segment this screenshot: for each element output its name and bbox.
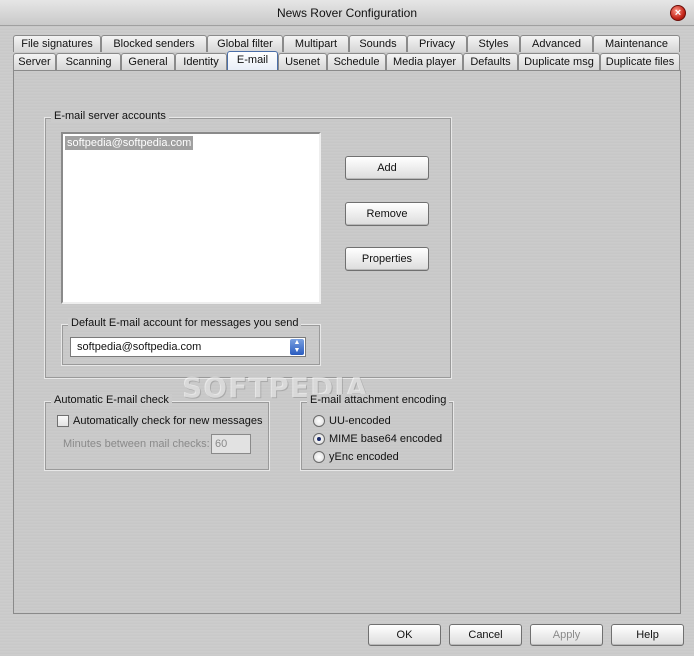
radio-mime-base64[interactable] <box>313 433 325 445</box>
email-accounts-group: E-mail server accounts softpedia@softped… <box>44 110 452 379</box>
radio-yenc[interactable] <box>313 451 325 463</box>
email-settings-panel: E-mail server accounts softpedia@softped… <box>13 70 681 614</box>
tab-server[interactable]: Server <box>13 53 56 70</box>
tab-multipart[interactable]: Multipart <box>283 35 349 52</box>
tab-file-signatures[interactable]: File signatures <box>13 35 101 52</box>
radio-uu-label: UU-encoded <box>329 415 391 427</box>
list-item[interactable]: softpedia@softpedia.com <box>65 136 194 150</box>
encoding-group: E-mail attachment encoding UU-encoded MI… <box>300 394 454 471</box>
tab-identity[interactable]: Identity <box>175 53 227 70</box>
config-window: News Rover Configuration × File signatur… <box>0 0 694 656</box>
tab-maintenance[interactable]: Maintenance <box>593 35 680 52</box>
email-accounts-title: E-mail server accounts <box>51 110 169 122</box>
tab-media-player[interactable]: Media player <box>386 53 463 70</box>
tab-styles[interactable]: Styles <box>467 35 520 52</box>
tab-advanced[interactable]: Advanced <box>520 35 593 52</box>
email-accounts-list[interactable]: softpedia@softpedia.com <box>61 132 321 304</box>
tab-blocked-senders[interactable]: Blocked senders <box>101 35 207 52</box>
radio-yenc-label: yEnc encoded <box>329 451 399 463</box>
help-button[interactable]: Help <box>611 624 684 646</box>
auto-check-checkbox[interactable] <box>57 415 69 427</box>
minutes-input[interactable]: 60 <box>211 434 251 454</box>
cancel-button[interactable]: Cancel <box>449 624 522 646</box>
chevron-down-icon[interactable]: ▲ ▼ <box>290 339 304 355</box>
tab-defaults[interactable]: Defaults <box>463 53 518 70</box>
default-account-title: Default E-mail account for messages you … <box>68 317 302 329</box>
tab-privacy[interactable]: Privacy <box>407 35 467 52</box>
auto-check-title: Automatic E-mail check <box>51 394 172 406</box>
default-account-group: Default E-mail account for messages you … <box>61 317 321 366</box>
ok-button[interactable]: OK <box>368 624 441 646</box>
radio-mime-label: MIME base64 encoded <box>329 433 443 445</box>
tab-global-filter[interactable]: Global filter <box>207 35 283 52</box>
window-title: News Rover Configuration <box>276 6 418 20</box>
encoding-title: E-mail attachment encoding <box>307 394 450 406</box>
tab-duplicate-files[interactable]: Duplicate files <box>600 53 680 70</box>
tab-email[interactable]: E-mail <box>227 51 278 70</box>
tab-sounds[interactable]: Sounds <box>349 35 407 52</box>
remove-button[interactable]: Remove <box>345 202 429 226</box>
add-button[interactable]: Add <box>345 156 429 180</box>
tab-schedule[interactable]: Schedule <box>327 53 386 70</box>
properties-button[interactable]: Properties <box>345 247 429 271</box>
auto-check-label: Automatically check for new messages <box>73 415 263 427</box>
tab-usenet[interactable]: Usenet <box>278 53 327 70</box>
minutes-label: Minutes between mail checks: <box>63 438 210 450</box>
apply-button[interactable]: Apply <box>530 624 603 646</box>
auto-check-group: Automatic E-mail check Automatically che… <box>44 394 270 471</box>
default-account-value: softpedia@softpedia.com <box>77 341 202 353</box>
title-bar: News Rover Configuration × <box>0 0 694 26</box>
tab-duplicate-msg[interactable]: Duplicate msg <box>518 53 600 70</box>
radio-uu-encoded[interactable] <box>313 415 325 427</box>
default-account-select[interactable]: softpedia@softpedia.com ▲ ▼ <box>70 337 306 357</box>
close-icon[interactable]: × <box>670 5 686 21</box>
tab-scanning[interactable]: Scanning <box>56 53 121 70</box>
tab-general[interactable]: General <box>121 53 175 70</box>
